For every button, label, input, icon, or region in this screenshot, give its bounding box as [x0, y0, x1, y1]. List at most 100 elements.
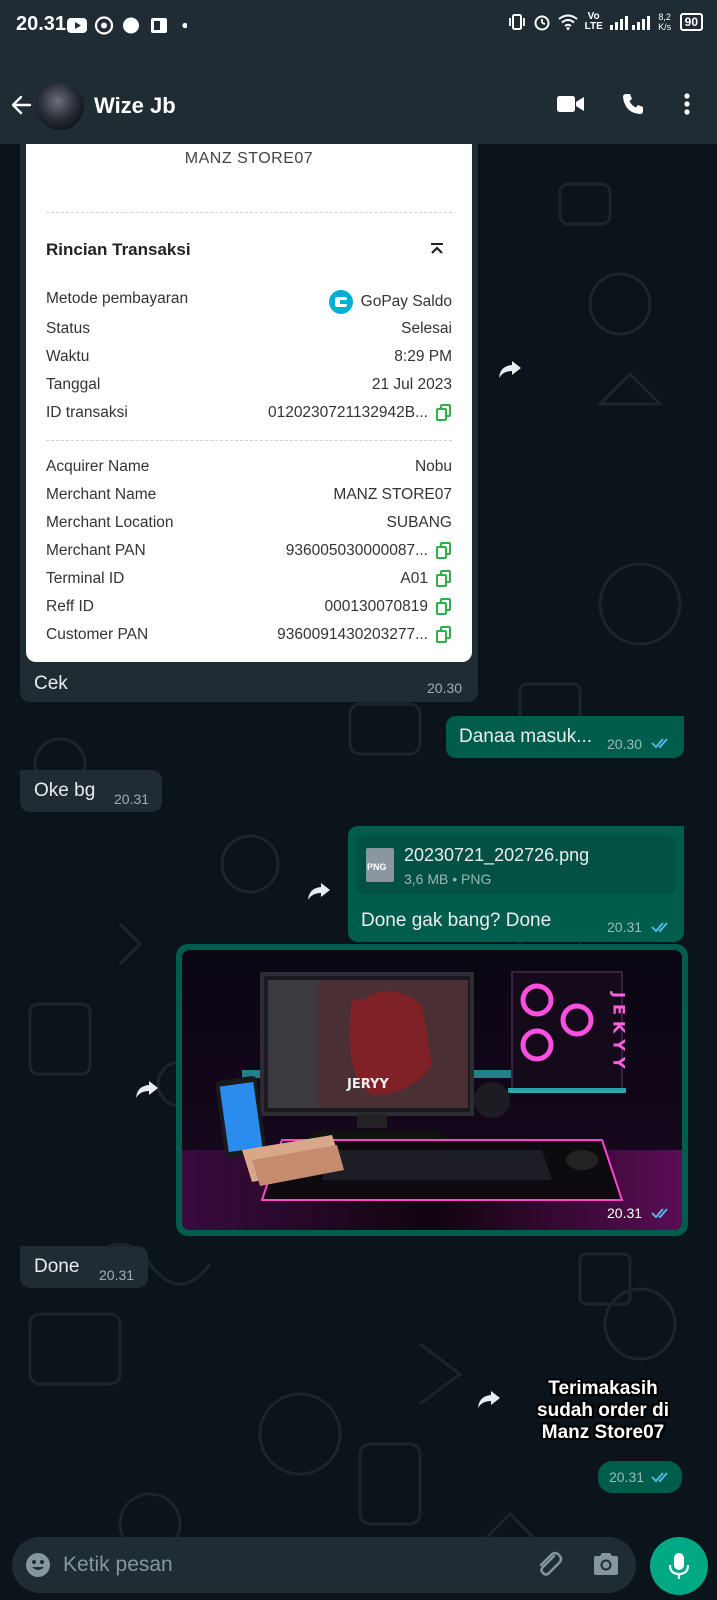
forward-icon[interactable] — [306, 880, 332, 902]
read-ticks-icon — [651, 738, 668, 749]
sticker-line: sudah order di — [537, 1400, 669, 1421]
vibrate-icon — [508, 14, 525, 30]
message-time: 20.30 — [427, 680, 463, 696]
file-type: PNG — [461, 871, 492, 887]
alarm-icon — [534, 15, 550, 31]
row-label: Tanggal — [46, 376, 101, 393]
collapse-icon — [431, 243, 443, 254]
more-vertical-icon[interactable] — [683, 92, 691, 116]
row-value: 936005030000087... — [285, 542, 428, 559]
row-label: Metode pembayaran — [46, 290, 189, 307]
sticker[interactable]: Terimakasih sudah order di Manz Store07 — [520, 1378, 686, 1444]
png-file-icon: PNG — [366, 848, 394, 882]
receipt-section-title: Rincian Transaksi — [46, 240, 191, 259]
message-time: 20.31 — [99, 1267, 135, 1283]
sticker-line: Terimakasih — [548, 1378, 658, 1399]
receipt-row: Customer PAN 9360091430203277... — [46, 626, 452, 648]
divider — [46, 212, 452, 213]
net-speed: 8,2 K/s — [658, 12, 672, 32]
file-info: 3,6 MB • PNG — [404, 871, 492, 887]
video-call-icon[interactable] — [557, 94, 585, 114]
status-time: 20.31 — [16, 13, 67, 35]
notification-icons — [67, 16, 187, 35]
mic-button[interactable] — [650, 1537, 708, 1595]
row-label: Waktu — [46, 348, 90, 365]
receipt-row: Merchant Name MANZ STORE07 — [46, 486, 452, 508]
divider — [46, 440, 452, 441]
copy-icon — [436, 404, 452, 422]
row-value: Selesai — [401, 320, 452, 337]
message-time: 20.31 — [607, 1205, 643, 1221]
gaming-setup-photo: JERYY JEKYY — [182, 950, 682, 1230]
receipt-store: MANZ STORE07 — [184, 150, 314, 167]
row-value: 0120230721132942B... — [267, 404, 428, 421]
message-text: Danaa masuk... — [459, 726, 593, 747]
forward-icon[interactable] — [476, 1388, 502, 1410]
row-label: Status — [46, 320, 90, 337]
message-input[interactable]: Ketik pesan — [63, 1553, 173, 1577]
row-label: Merchant PAN — [46, 542, 146, 559]
receipt-row: Tanggal 21 Jul 2023 — [46, 376, 452, 398]
attach-icon[interactable] — [534, 1550, 564, 1580]
receipt-row: Merchant Location SUBANG — [46, 514, 452, 536]
arrow-left-icon[interactable] — [10, 94, 32, 116]
row-value: 9360091430203277... — [277, 626, 428, 643]
avatar[interactable] — [36, 82, 84, 130]
receipt-row: Status Selesai — [46, 320, 452, 342]
message-text: Cek — [34, 673, 68, 694]
row-value: 000130070819 — [324, 598, 428, 615]
signal-icon — [609, 16, 650, 30]
read-ticks-icon — [651, 922, 668, 933]
copy-icon — [436, 598, 452, 616]
receipt-row: Acquirer Name Nobu — [46, 458, 452, 480]
row-value: Nobu — [414, 458, 452, 475]
phone-icon[interactable] — [621, 92, 645, 116]
camera-icon[interactable] — [592, 1551, 620, 1577]
sticker-line: Manz Store07 — [541, 1422, 665, 1443]
row-label: Terminal ID — [46, 570, 125, 587]
read-ticks-icon — [651, 1472, 668, 1483]
row-value: SUBANG — [386, 514, 452, 531]
forward-icon[interactable] — [497, 358, 523, 380]
file-name: 20230721_202726.png — [404, 845, 590, 865]
message-time: 20.31 — [114, 791, 150, 807]
message-text: Done — [34, 1256, 80, 1277]
message-time: 20.30 — [607, 736, 643, 752]
receipt-row: ID transaksi 0120230721132942B... — [46, 404, 452, 426]
copy-icon — [436, 570, 452, 588]
row-value: 21 Jul 2023 — [371, 376, 452, 393]
file-size: 3,6 MB — [404, 871, 449, 887]
copy-icon — [436, 542, 452, 560]
lte-label: Vo LTE — [584, 11, 603, 32]
file-attachment[interactable]: PNG 20230721_202726.png 3,6 MB • PNG — [356, 836, 676, 894]
file-icon-label: PNG — [367, 862, 387, 872]
receipt-image[interactable]: MANZ STORE07 Rincian Transaksi Metode pe… — [26, 144, 472, 662]
message-text: Done gak bang? Done — [361, 910, 552, 931]
read-ticks-icon — [651, 1208, 668, 1219]
copy-icon — [436, 626, 452, 644]
row-value: MANZ STORE07 — [333, 486, 452, 503]
message-time: 20.31 — [609, 1469, 645, 1485]
row-value: 8:29 PM — [394, 348, 452, 365]
battery-icon: 90 — [679, 13, 703, 31]
message-text: Oke bg — [34, 780, 96, 801]
row-label: ID transaksi — [46, 404, 128, 421]
receipt-row: Merchant PAN 936005030000087... — [46, 542, 452, 564]
row-label: Merchant Location — [46, 514, 174, 531]
row-label: Merchant Name — [46, 486, 157, 503]
receipt-row: Metode pembayaran GoPay Saldo — [46, 290, 452, 314]
row-label: Customer PAN — [46, 626, 149, 643]
forward-icon[interactable] — [134, 1078, 160, 1100]
neon-sign: JEKYY — [610, 991, 629, 1074]
status-bar: 20.31 Vo LTE 8,2 K/s 90 — [0, 0, 717, 50]
status-right: Vo LTE 8,2 K/s 90 — [508, 12, 703, 32]
row-label: Reff ID — [46, 598, 94, 615]
message-input-bar: Ketik pesan — [12, 1537, 636, 1593]
contact-name[interactable]: Wize Jb — [94, 93, 176, 119]
receipt-row: Terminal ID A01 — [46, 570, 452, 592]
gopay-icon — [328, 290, 353, 314]
photo-attachment[interactable]: JERYY JEKYY — [182, 950, 682, 1230]
row-value: GoPay Saldo — [360, 293, 452, 310]
message-time: 20.31 — [607, 919, 643, 935]
emoji-icon[interactable] — [24, 1551, 52, 1579]
